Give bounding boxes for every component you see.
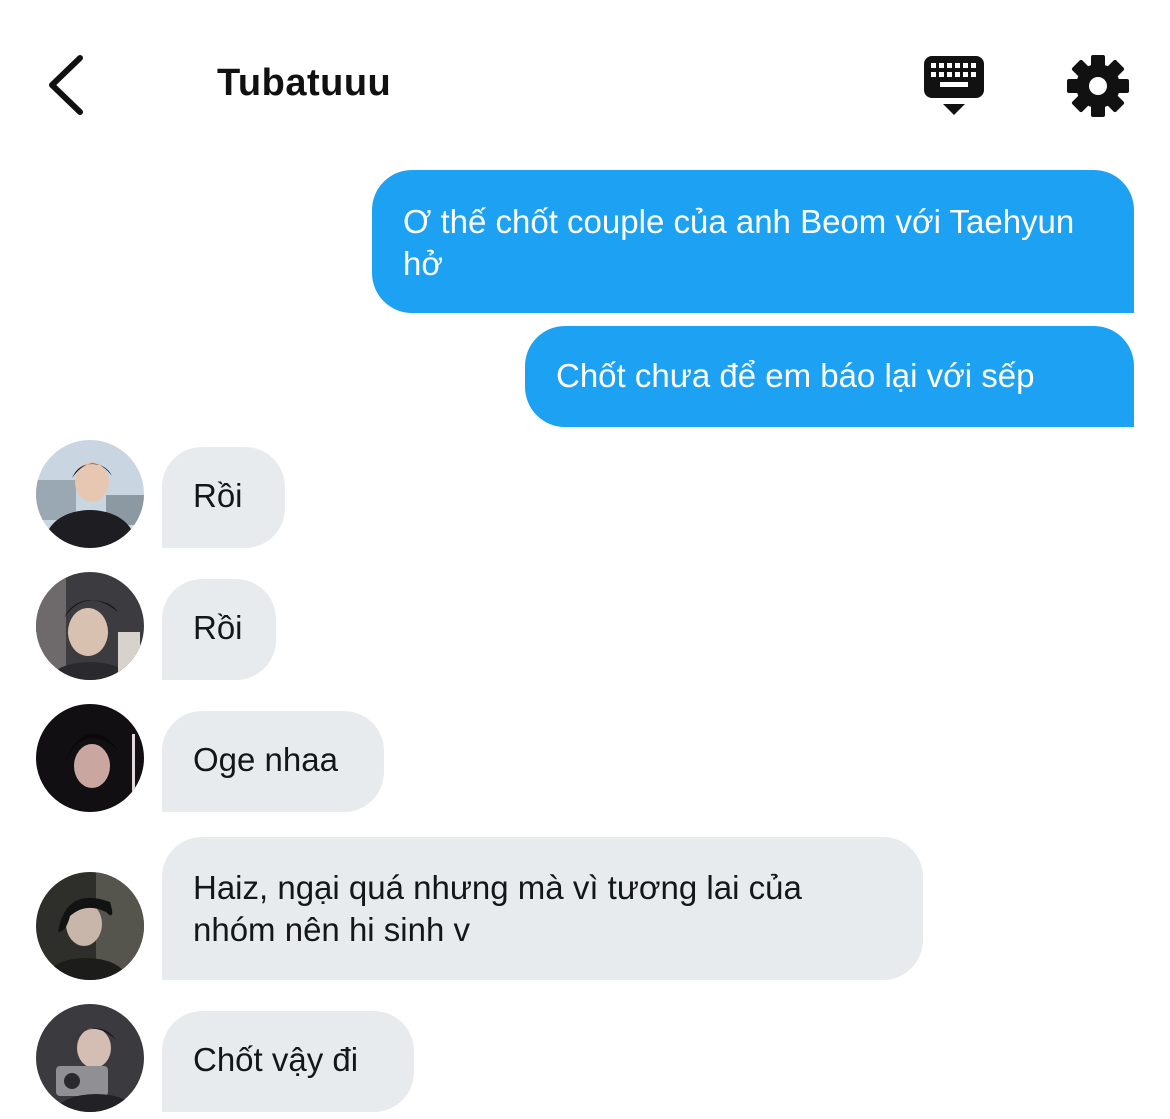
avatar-photo [36, 704, 144, 812]
message-text: Chốt vậy đi [193, 1041, 359, 1078]
message-bubble-sent[interactable]: Chốt chưa để em báo lại với sếp [525, 326, 1134, 427]
message-bubble-sent[interactable]: Ơ thế chốt couple của anh Beom với Taehy… [372, 170, 1134, 313]
avatar[interactable] [36, 572, 144, 680]
avatar-photo [36, 1004, 144, 1112]
message-text: Oge nhaa [193, 741, 338, 778]
avatar[interactable] [36, 440, 144, 548]
message-text: Haiz, ngại quá nhưng mà vì tương lai của… [193, 869, 802, 948]
message-text: Ơ thế chốt couple của anh Beom với Taehy… [403, 203, 1075, 282]
message-text: Chốt chưa để em báo lại với sếp [556, 357, 1035, 394]
conversation-header: Tubatuuu [0, 0, 1170, 170]
settings-button[interactable] [1064, 52, 1132, 120]
keyboard-icon [924, 56, 984, 115]
back-button[interactable] [38, 50, 98, 120]
message-bubble-received[interactable]: Rồi [162, 447, 285, 548]
gear-icon [1067, 55, 1129, 117]
avatar-photo [36, 440, 144, 548]
message-bubble-received[interactable]: Haiz, ngại quá nhưng mà vì tương lai của… [162, 837, 923, 980]
message-bubble-received[interactable]: Rồi [162, 579, 276, 680]
conversation-title[interactable]: Tubatuuu [217, 62, 391, 105]
chevron-left-icon [49, 55, 83, 115]
avatar[interactable] [36, 704, 144, 812]
avatar[interactable] [36, 872, 144, 980]
avatar-photo [36, 572, 144, 680]
message-bubble-received[interactable]: Chốt vậy đi [162, 1011, 414, 1112]
avatar-photo [36, 872, 144, 980]
message-text: Rồi [193, 477, 243, 514]
avatar[interactable] [36, 1004, 144, 1112]
message-bubble-received[interactable]: Oge nhaa [162, 711, 384, 812]
keyboard-toggle-button[interactable] [918, 52, 990, 118]
message-text: Rồi [193, 609, 243, 646]
